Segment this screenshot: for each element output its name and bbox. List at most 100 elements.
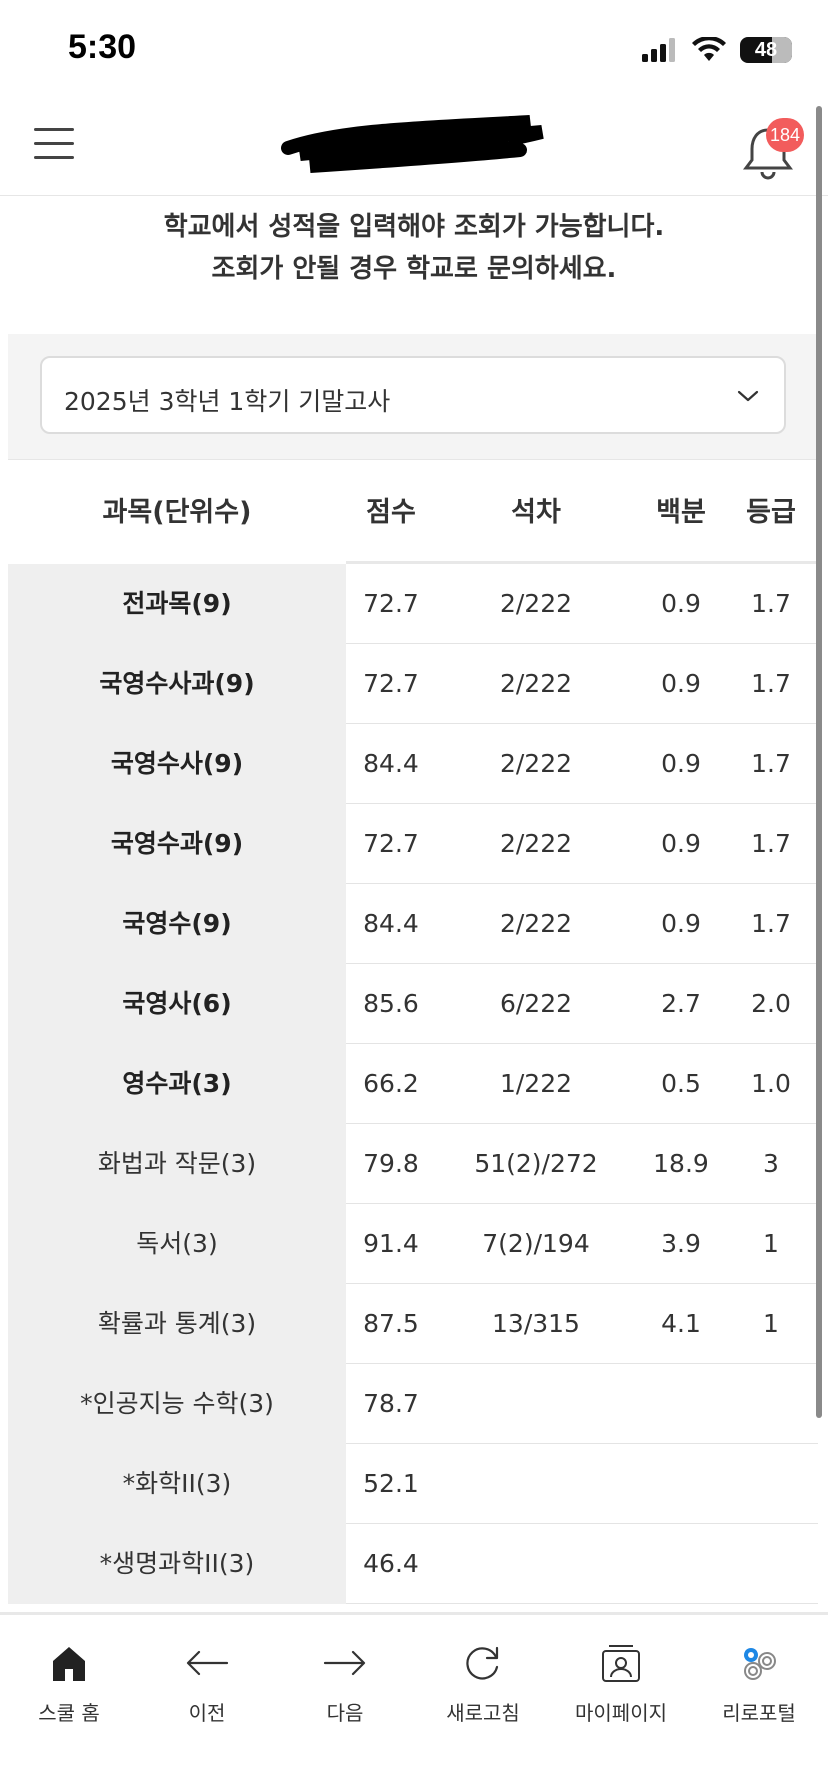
rank-cell: 6/222 [499,989,573,1018]
table-row: 독서(3) 91.4 7(2)/194 3.9 1 [8,1204,818,1284]
subject-cell: 전과목(9) [8,564,346,644]
arrow-right-icon [323,1650,366,1676]
percent-cell: 0.9 [661,589,701,618]
score-cell: 91.4 [363,1229,419,1258]
profile-icon [602,1645,640,1682]
percent-cell [636,1444,726,1524]
grade-cell: 1.7 [751,589,791,618]
nav-refresh[interactable]: 새로고침 [414,1635,552,1745]
chevron-down-icon [737,390,759,402]
home-icon [53,1647,85,1681]
score-cell: 78.7 [363,1389,419,1418]
table-body: 전과목(9) 72.7 2/222 0.9 1.7 국영수사과(9) 72.7 2/222 0.… [8,564,818,1604]
wifi-icon [692,37,726,61]
exam-select-value: 2025년 3학년 1학기 기말고사 [64,387,391,416]
score-cell: 87.5 [363,1309,419,1338]
arrow-left-icon [186,1650,229,1676]
grade-cell: 1.7 [751,669,791,698]
header-grade: 등급 [746,497,796,528]
percent-cell: 0.9 [661,669,701,698]
status-icons: 48 [642,34,792,66]
subject-cell: 국영수사과(9) [8,644,346,724]
notification-badge: 184 [766,118,805,152]
percent-cell: 2.7 [661,989,701,1018]
subject-cell: 영수과(3) [8,1044,346,1124]
portal-icon [744,1648,776,1680]
subject-cell: 확률과 통계(3) [8,1284,346,1364]
table-row: 화법과 작문(3) 79.8 51(2)/272 18.9 3 [8,1124,818,1204]
app-page: 5:30 48 리로스쿨 학교 184 학교에서 성적을 입력해야 조회가 가능… [0,0,828,1792]
nav-label: 이전 [188,1701,226,1725]
subject-cell: *인공지능 수학(3) [8,1364,346,1444]
table-row: *생명과학II(3) 46.4 [8,1524,818,1604]
nav-mypage[interactable]: 마이페이지 [552,1635,690,1745]
nav-back[interactable]: 이전 [138,1635,276,1745]
subject-cell: 국영수(9) [8,884,346,964]
percent-cell: 0.9 [661,749,701,778]
rank-cell: 1/222 [499,1069,573,1098]
table-row: *인공지능 수학(3) 78.7 [8,1364,818,1444]
rank-cell: 2/222 [499,669,573,698]
grade-cell: 1.7 [751,829,791,858]
score-cell: 66.2 [363,1069,419,1098]
table-row: 전과목(9) 72.7 2/222 0.9 1.7 [8,564,818,644]
exam-select-dropdown[interactable]: 2025년 3학년 1학기 기말고사 [40,356,786,434]
percent-cell: 18.9 [653,1149,709,1178]
signal-icon [642,38,675,62]
nav-forward[interactable]: 다음 [276,1635,414,1745]
battery-level: 48 [754,38,778,61]
nav-label: 새로고침 [446,1701,520,1725]
score-cell: 72.7 [363,829,419,858]
hamburger-icon[interactable] [34,128,78,168]
grade-cell [726,1524,816,1604]
percent-cell: 4.1 [661,1309,701,1338]
nav-portal[interactable]: 리로포털 [690,1635,828,1745]
table-row: 국영수(9) 84.4 2/222 0.9 1.7 [8,884,818,964]
table-row: 국영수사(9) 84.4 2/222 0.9 1.7 [8,724,818,804]
percent-cell: 0.9 [661,909,701,938]
subject-cell: 화법과 작문(3) [8,1124,346,1204]
rank-cell: 2/222 [499,829,573,858]
subject-cell: 국영수사(9) [8,724,346,804]
refresh-icon [466,1646,499,1680]
score-cell: 79.8 [363,1149,419,1178]
rank-cell [436,1524,636,1604]
rank-cell: 2/222 [499,909,573,938]
grade-table: 과목(단위수) 점수 석차 백분 등급 전과목(9) 72.7 2/222 0.9 1.… [8,462,818,1604]
score-cell: 46.4 [363,1549,419,1578]
score-cell: 85.6 [363,989,419,1018]
rank-cell: 13/315 [492,1309,580,1338]
table-row: 국영사(6) 85.6 6/222 2.7 2.0 [8,964,818,1044]
nav-school-home[interactable]: 스쿨 홈 [0,1635,138,1745]
nav-label: 다음 [326,1701,364,1725]
grade-cell: 1.0 [751,1069,791,1098]
notice: 학교에서 성적을 입력해야 조회가 가능합니다. 조회가 안될 경우 학교로 문… [0,206,828,290]
rank-cell [436,1364,636,1444]
table-header: 과목(단위수) 점수 석차 백분 등급 [8,462,818,564]
percent-cell: 0.9 [661,829,701,858]
score-cell: 52.1 [363,1469,419,1498]
grade-cell: 1.7 [751,909,791,938]
header-subject: 과목(단위수) [8,462,346,564]
grade-cell [726,1444,816,1524]
subject-cell: 독서(3) [8,1204,346,1284]
scrollbar[interactable] [816,106,822,1418]
table-row: 국영수과(9) 72.7 2/222 0.9 1.7 [8,804,818,884]
percent-cell: 0.5 [661,1069,701,1098]
table-row: 확률과 통계(3) 87.5 13/315 4.1 1 [8,1284,818,1364]
rank-cell: 2/222 [499,589,573,618]
percent-cell: 3.9 [661,1229,701,1258]
subject-cell: 국영수과(9) [8,804,346,884]
nav-label: 스쿨 홈 [38,1701,100,1725]
percent-cell [636,1524,726,1604]
nav-label: 마이페이지 [575,1701,667,1725]
header-percent: 백분 [656,497,706,528]
rank-cell: 7(2)/194 [482,1229,590,1258]
redaction-scribble [281,115,544,173]
nav-label: 리로포털 [722,1701,796,1725]
grade-cell [726,1364,816,1444]
grade-cell: 1 [763,1309,779,1338]
exam-select-area: 2025년 3학년 1학기 기말고사 [8,334,818,460]
table-row: 국영수사과(9) 72.7 2/222 0.9 1.7 [8,644,818,724]
rank-cell: 2/222 [499,749,573,778]
